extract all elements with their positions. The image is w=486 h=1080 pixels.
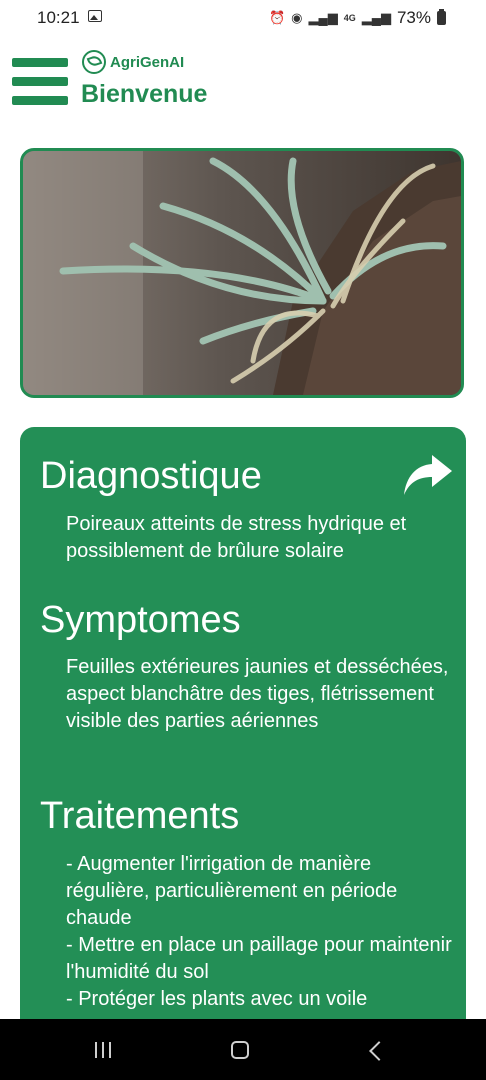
gallery-notification-icon [88, 10, 102, 22]
symptoms-text: Feuilles extérieures jaunies et desséché… [66, 656, 449, 732]
system-nav-bar [0, 1019, 486, 1080]
signal-icon-2: ▂▄▆ [361, 10, 391, 25]
leaf-logo-icon [82, 50, 106, 74]
plant-photo [20, 148, 464, 398]
hotspot-icon: ◉ [291, 10, 303, 25]
recent-apps-icon[interactable] [95, 1042, 115, 1058]
battery-percent: 73% [396, 8, 431, 27]
diagnostic-text: Poireaux atteints de stress hydrique et … [66, 513, 407, 562]
page-title: Bienvenue [81, 80, 208, 108]
leek-photo-illustration [23, 151, 461, 395]
hamburger-menu-icon[interactable] [12, 58, 68, 106]
back-icon[interactable] [369, 1041, 389, 1061]
treatment-item: - Protéger les plants avec un voile [66, 988, 368, 1010]
status-right-group: ⏰ ◉ ▂▄▆ 4G ▂▄▆ 73% [269, 8, 446, 28]
alarm-icon: ⏰ [268, 10, 286, 25]
logo-text: AgriGenAI [110, 53, 185, 71]
signal-icon: ▂▄▆ [308, 10, 338, 25]
network-type: 4G [343, 13, 356, 23]
app-logo: AgriGenAI [82, 50, 184, 74]
home-icon[interactable] [231, 1041, 249, 1059]
diagnostic-heading: Diagnostique [40, 455, 262, 497]
treatment-item: - Mettre en place un paillage pour maint… [66, 934, 452, 983]
status-bar: 10:21 ⏰ ◉ ▂▄▆ 4G ▂▄▆ 73% [0, 0, 486, 36]
treatment-item: - Augmenter l'irrigation de manière régu… [66, 853, 398, 929]
treatments-heading: Traitements [40, 795, 240, 837]
symptoms-heading: Symptomes [40, 599, 241, 641]
diagnosis-card: Diagnostique Poireaux atteints de stress… [20, 427, 466, 1047]
share-arrow-icon[interactable] [402, 451, 454, 499]
status-time: 10:21 [37, 8, 80, 27]
battery-icon [437, 9, 446, 25]
